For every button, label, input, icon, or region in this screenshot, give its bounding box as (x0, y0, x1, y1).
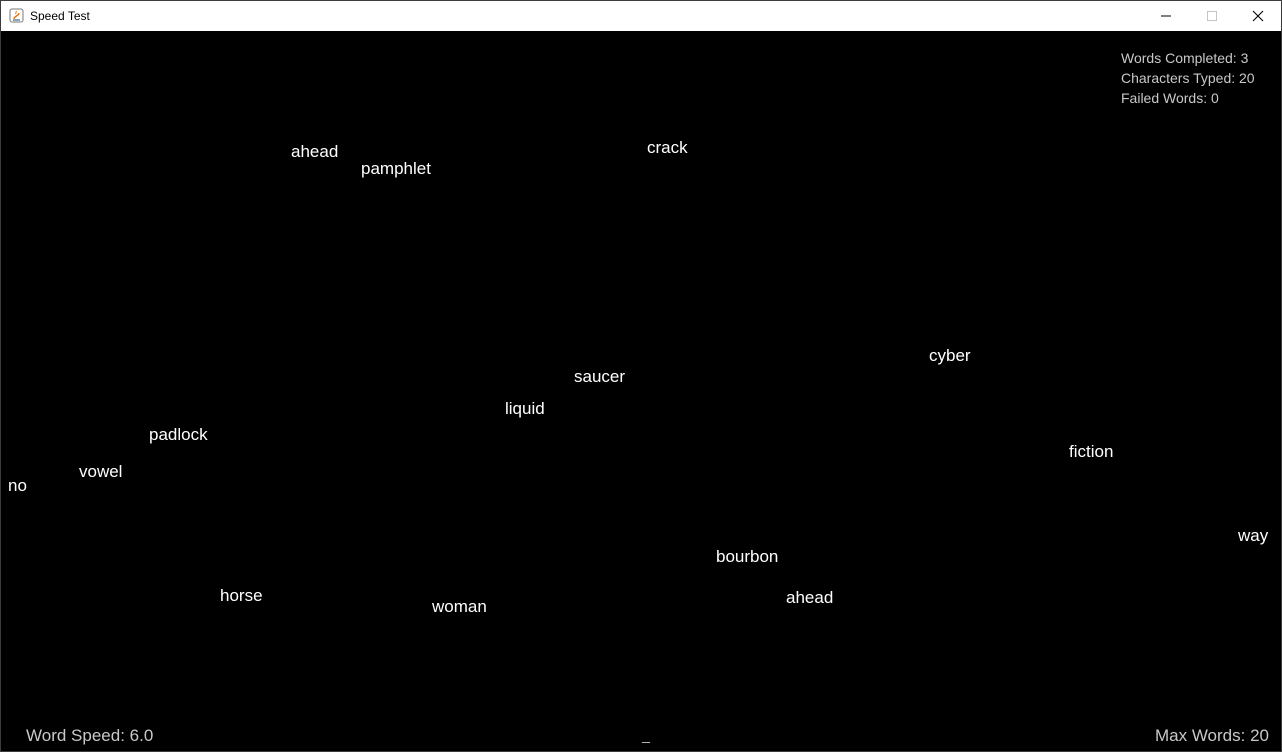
falling-word: bourbon (716, 547, 779, 566)
falling-word: woman (432, 597, 487, 616)
falling-word: cyber (929, 346, 971, 365)
falling-word: vowel (79, 462, 123, 481)
close-icon (1252, 10, 1264, 22)
falling-word: way (1238, 526, 1269, 545)
falling-word: crack (647, 138, 688, 157)
falling-word: horse (220, 586, 263, 605)
falling-word: pamphlet (361, 159, 431, 178)
stats-panel: Words Completed: 3 Characters Typed: 20 … (1121, 48, 1255, 108)
falling-word: padlock (149, 425, 208, 444)
game-canvas[interactable]: Words Completed: 3 Characters Typed: 20 … (1, 31, 1281, 751)
word-speed-label: Word Speed: 6.0 (26, 726, 154, 745)
speed-test-window: Speed Test Words Completed: 3 Characters… (0, 0, 1282, 752)
typed-text-input[interactable]: _ (631, 727, 661, 743)
max-words-label: Max Words: 20 (1154, 726, 1269, 745)
minimize-button[interactable] (1143, 1, 1189, 31)
title-bar[interactable]: Speed Test (1, 1, 1281, 32)
falling-word: fiction (1069, 442, 1114, 461)
falling-word: liquid (505, 399, 545, 418)
maximize-button[interactable] (1189, 1, 1235, 31)
maximize-icon (1207, 11, 1217, 21)
falling-word: ahead (291, 142, 339, 161)
words-completed-stat: Words Completed: 3 (1121, 50, 1249, 66)
java-app-icon (9, 8, 24, 23)
window-title: Speed Test (30, 9, 90, 23)
minimize-icon (1161, 15, 1171, 17)
close-button[interactable] (1235, 1, 1281, 31)
characters-typed-stat: Characters Typed: 20 (1121, 70, 1255, 86)
failed-words-stat: Failed Words: 0 (1121, 90, 1219, 106)
falling-word: no (8, 476, 27, 495)
falling-word: saucer (574, 367, 626, 386)
falling-word: ahead (786, 588, 834, 607)
